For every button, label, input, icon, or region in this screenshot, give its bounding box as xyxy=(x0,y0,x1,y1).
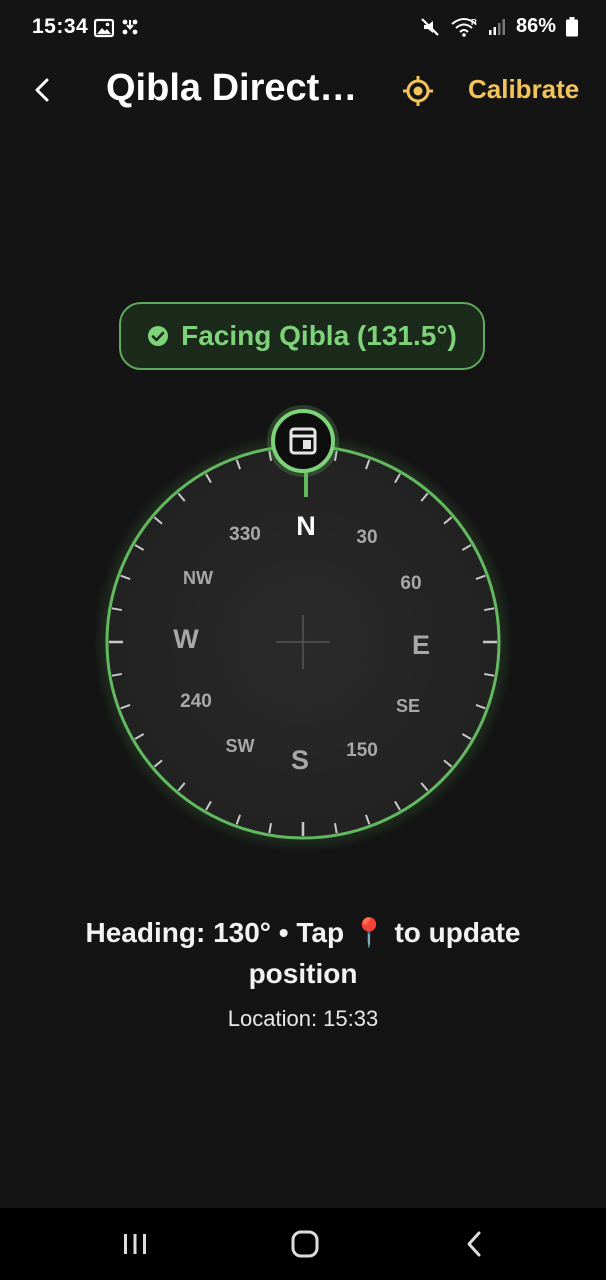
recent-apps-icon xyxy=(124,1234,146,1254)
wifi-icon: R xyxy=(451,18,477,37)
nav-back-button[interactable] xyxy=(445,1226,505,1262)
check-circle-icon xyxy=(148,326,169,346)
degree-label-30: 30 xyxy=(356,527,377,548)
battery-percent: 86% xyxy=(515,15,556,37)
recent-apps-button[interactable] xyxy=(105,1226,165,1262)
cardinal-s: S xyxy=(291,745,309,775)
download-icon xyxy=(122,19,138,35)
cardinal-n: N xyxy=(296,511,316,541)
degree-label-60: 60 xyxy=(400,573,421,594)
page-title: Qibla Direct… xyxy=(106,67,358,109)
back-button[interactable] xyxy=(22,68,62,112)
intercardinal-nw: NW xyxy=(183,568,213,588)
signal-icon xyxy=(488,18,505,35)
system-nav-bar xyxy=(0,1208,606,1280)
calibrate-button[interactable]: Calibrate xyxy=(468,74,579,105)
heading-info: Heading: 130° • Tap 📍 to update position xyxy=(85,917,521,989)
gps-target-icon xyxy=(403,76,433,106)
qibla-status-badge: Facing Qibla (131.5°) xyxy=(119,302,485,370)
location-info: Location: 15:33 xyxy=(227,1006,379,1031)
degree-label-240: 240 xyxy=(180,691,212,712)
gallery-icon xyxy=(94,18,114,38)
degree-label-330: 330 xyxy=(229,524,261,545)
compass-dial: N E S W NW SE SW 330 30 60 240 150 xyxy=(93,405,513,852)
cardinal-w: W xyxy=(173,624,199,654)
locate-button[interactable] xyxy=(398,71,438,111)
status-time: 15:34 xyxy=(32,15,89,38)
mute-icon xyxy=(421,17,439,36)
back-icon xyxy=(467,1231,481,1257)
cardinal-e: E xyxy=(412,630,430,660)
app-bar: Qibla Direct… Calibrate xyxy=(0,58,606,122)
battery-icon xyxy=(566,16,578,36)
chevron-left-icon xyxy=(35,78,49,102)
svg-text:R: R xyxy=(471,18,477,27)
intercardinal-se: SE xyxy=(396,696,420,716)
status-bar: 15:34 R 86% xyxy=(0,0,606,58)
qibla-status-text: Facing Qibla (131.5°) xyxy=(181,320,457,351)
home-icon xyxy=(291,1230,319,1258)
degree-label-150: 150 xyxy=(346,740,378,761)
intercardinal-sw: SW xyxy=(226,736,255,756)
home-button[interactable] xyxy=(275,1226,335,1262)
